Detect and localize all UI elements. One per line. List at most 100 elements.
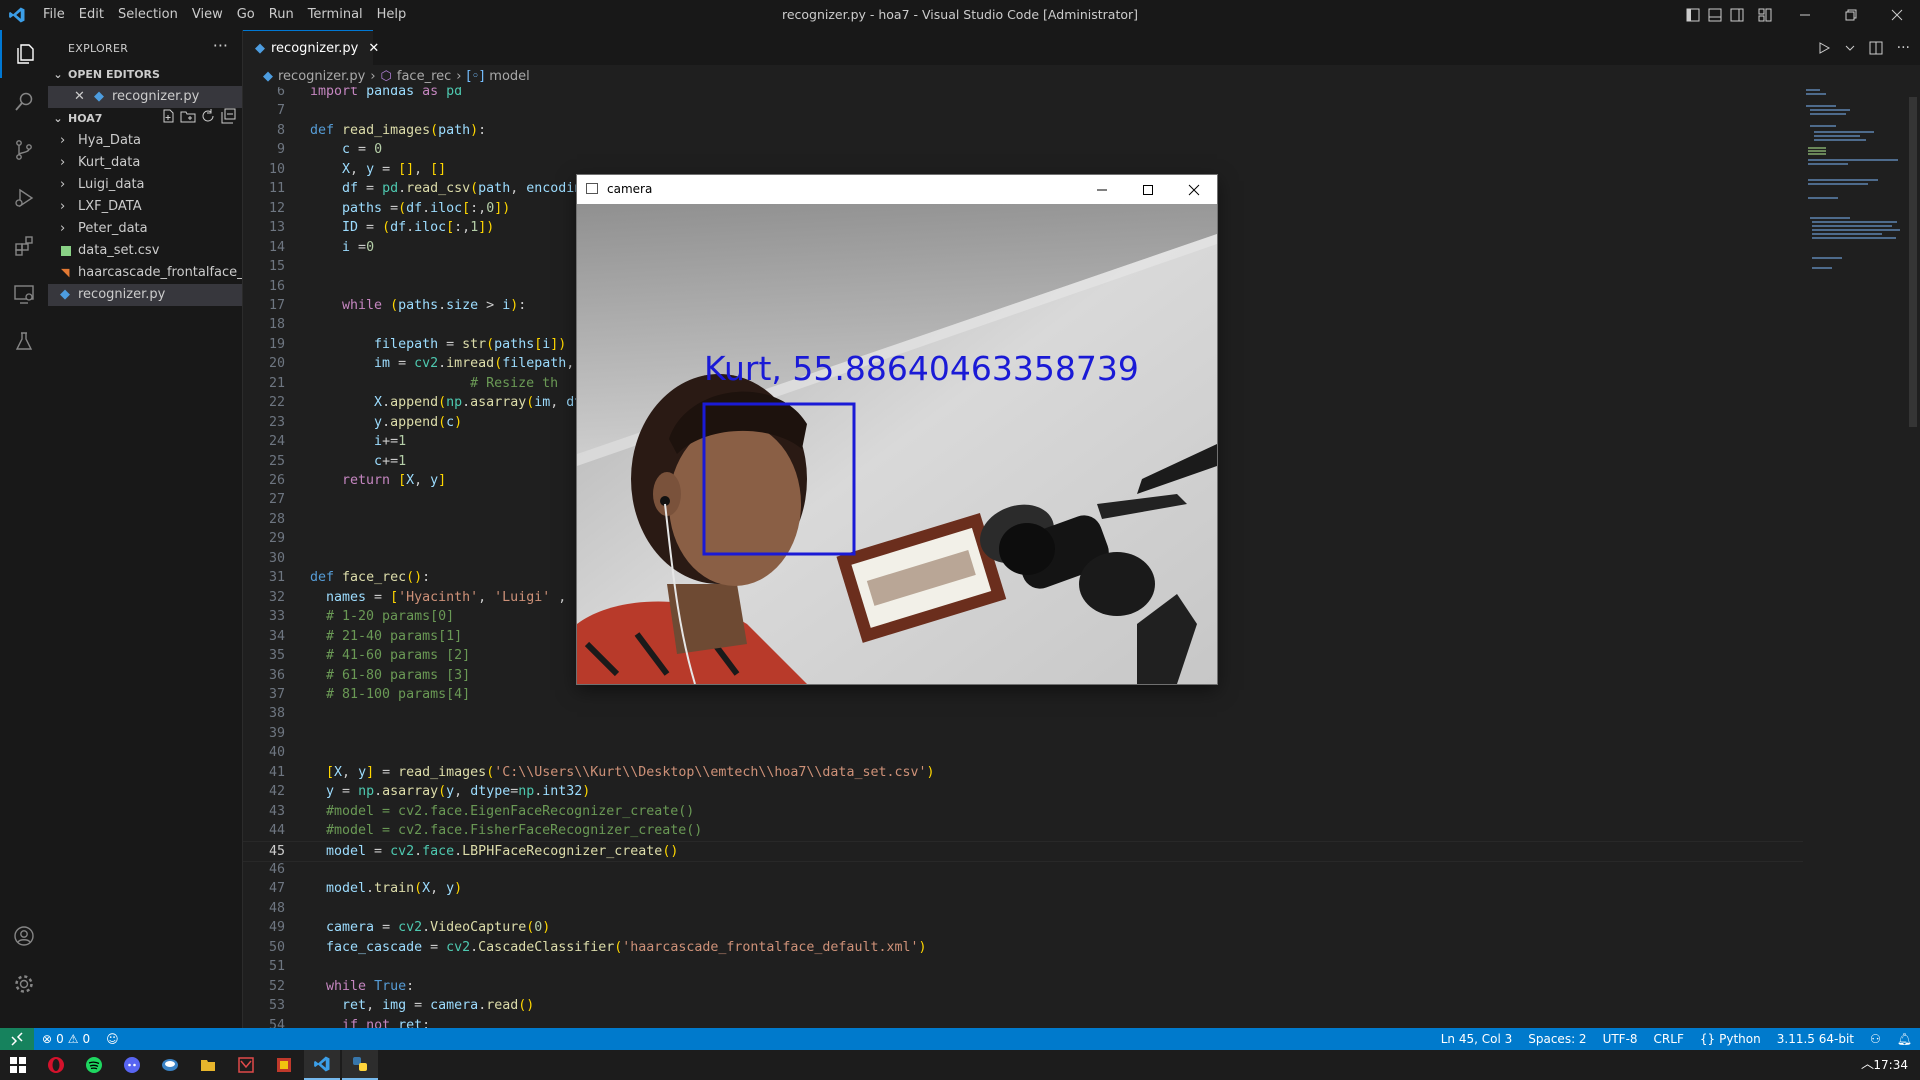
code-line[interactable]: 54 if not ret: <box>243 1016 1803 1028</box>
toggle-primary-sidebar-icon[interactable] <box>1682 0 1704 30</box>
customize-layout-icon[interactable] <box>1748 0 1782 30</box>
folder-section-hoa7[interactable]: ⌄ HOA7 <box>48 108 242 130</box>
code-line[interactable]: 53 ret, img = camera.read() <box>243 996 1803 1015</box>
minimize-button[interactable] <box>1782 0 1828 30</box>
code-line[interactable]: 51 <box>243 957 1803 976</box>
discord-icon[interactable] <box>114 1050 150 1080</box>
close-window-button[interactable] <box>1874 0 1920 30</box>
code-line[interactable]: 42 y = np.asarray(y, dtype=np.int32) <box>243 782 1803 801</box>
remote-indicator-icon[interactable] <box>0 1028 34 1050</box>
code-line[interactable]: 40 <box>243 743 1803 762</box>
tab-recognizer-py[interactable]: ◆ recognizer.py ✕ <box>243 30 379 66</box>
close-tab-icon[interactable]: ✕ <box>368 41 379 56</box>
code-line[interactable]: 44 #model = cv2.face.FisherFaceRecognize… <box>243 821 1803 840</box>
open-editor-item[interactable]: ✕ ◆ recognizer.py <box>48 86 242 108</box>
more-actions-icon[interactable]: ··· <box>1897 40 1910 56</box>
camera-minimize-button[interactable] <box>1079 175 1125 204</box>
code-line[interactable]: 8 def read_images(path): <box>243 121 1803 140</box>
menu-edit[interactable]: Edit <box>72 0 111 30</box>
close-editor-icon[interactable]: ✕ <box>74 86 85 108</box>
manage-gear-icon[interactable] <box>0 960 48 1008</box>
code-line[interactable]: 43 #model = cv2.face.EigenFaceRecognizer… <box>243 802 1803 821</box>
chevron-down-icon[interactable] <box>1845 41 1855 55</box>
archive-app-icon[interactable] <box>266 1050 302 1080</box>
cursor-position[interactable]: Ln 45, Col 3 <box>1433 1028 1521 1050</box>
explorer-more-actions-icon[interactable]: ··· <box>213 36 228 55</box>
scrollbar-thumb[interactable] <box>1909 97 1917 427</box>
taskbar-clock[interactable]: 17:34 <box>1873 1050 1908 1080</box>
vscode-taskbar-icon[interactable] <box>304 1050 340 1080</box>
code-line[interactable]: 48 <box>243 899 1803 918</box>
new-folder-icon[interactable] <box>180 108 196 124</box>
open-editors-section[interactable]: ⌄ OPEN EDITORS <box>48 64 242 86</box>
extensions-icon[interactable] <box>0 222 48 270</box>
code-line[interactable]: 47 model.train(X, y) <box>243 879 1803 898</box>
code-line[interactable]: 6 import pandas as pd <box>243 87 1803 101</box>
windows-start-icon[interactable] <box>0 1050 36 1080</box>
menu-run[interactable]: Run <box>262 0 301 30</box>
code-line[interactable]: 7 <box>243 101 1803 120</box>
code-line[interactable]: 38 <box>243 704 1803 723</box>
tree-folder-peter-data[interactable]: › Peter_data <box>48 218 242 240</box>
code-line[interactable]: 45 model = cv2.face.LBPHFaceRecognizer_c… <box>243 840 1803 862</box>
code-line[interactable]: 49 camera = cv2.VideoCapture(0) <box>243 918 1803 937</box>
tree-folder-lxf-data[interactable]: › LXF_DATA <box>48 196 242 218</box>
broadcast-icon[interactable]: ⚇ <box>1862 1028 1889 1050</box>
explorer-icon[interactable] <box>0 30 50 78</box>
language-mode[interactable]: {} Python <box>1692 1028 1769 1050</box>
tree-folder-luigi-data[interactable]: › Luigi_data <box>48 174 242 196</box>
restore-button[interactable] <box>1828 0 1874 30</box>
camera-maximize-button[interactable] <box>1125 175 1171 204</box>
run-file-icon[interactable] <box>1817 41 1831 55</box>
toggle-secondary-sidebar-icon[interactable] <box>1726 0 1748 30</box>
breadcrumb-variable[interactable]: model <box>489 69 529 84</box>
tree-folder-kurt-data[interactable]: › Kurt_data <box>48 152 242 174</box>
spotify-icon[interactable] <box>76 1050 112 1080</box>
end-of-line[interactable]: CRLF <box>1646 1028 1692 1050</box>
menu-go[interactable]: Go <box>230 0 262 30</box>
tree-folder-hya-data[interactable]: › Hya_Data <box>48 130 242 152</box>
notifications-bell-icon[interactable]: 🔔︎ <box>1889 1028 1920 1050</box>
source-control-icon[interactable] <box>0 126 48 174</box>
code-line[interactable]: 9 c = 0 <box>243 140 1803 159</box>
camera-close-button[interactable] <box>1171 175 1217 204</box>
python-interpreter[interactable]: 3.11.5 64-bit <box>1769 1028 1862 1050</box>
testing-icon[interactable] <box>0 318 48 366</box>
refresh-icon[interactable] <box>200 108 216 124</box>
folder-app-icon[interactable] <box>190 1050 226 1080</box>
minimap[interactable] <box>1804 87 1904 347</box>
menu-view[interactable]: View <box>185 0 230 30</box>
encoding[interactable]: UTF-8 <box>1595 1028 1646 1050</box>
code-line[interactable]: 52 while True: <box>243 977 1803 996</box>
tree-file-data-set-csv[interactable]: data_set.csv <box>48 240 242 262</box>
camera-title-bar[interactable]: camera <box>577 175 1217 204</box>
problems-indicator[interactable]: ⊗ 0 ⚠ 0 <box>34 1028 98 1050</box>
feedback-icon[interactable]: ☺ <box>98 1028 127 1050</box>
collapse-all-icon[interactable] <box>220 108 236 124</box>
code-line[interactable]: 46 <box>243 860 1803 879</box>
tree-file-haarcascade[interactable]: ◥ haarcascade_frontalface_d... <box>48 262 242 284</box>
toggle-panel-icon[interactable] <box>1704 0 1726 30</box>
run-debug-icon[interactable] <box>0 174 48 222</box>
menu-terminal[interactable]: Terminal <box>301 0 370 30</box>
accounts-icon[interactable] <box>0 912 48 960</box>
vertical-scrollbar[interactable] <box>1906 87 1920 1028</box>
python-taskbar-icon[interactable] <box>342 1050 378 1080</box>
code-line[interactable]: 39 <box>243 724 1803 743</box>
snipping-tool-icon[interactable] <box>228 1050 264 1080</box>
new-file-icon[interactable] <box>160 108 176 124</box>
tree-file-recognizer-py[interactable]: ◆ recognizer.py <box>48 284 242 306</box>
camera-window[interactable]: camera Kurt, 55.88640463358739 <box>577 175 1217 684</box>
opera-browser-icon[interactable] <box>38 1050 74 1080</box>
breadcrumb-file[interactable]: recognizer.py <box>278 69 365 84</box>
menu-help[interactable]: Help <box>370 0 414 30</box>
search-icon[interactable] <box>0 78 48 126</box>
menu-file[interactable]: File <box>36 0 72 30</box>
chat-app-icon[interactable] <box>152 1050 188 1080</box>
menu-selection[interactable]: Selection <box>111 0 185 30</box>
code-line[interactable]: 37 # 81-100 params[4] <box>243 685 1803 704</box>
indentation[interactable]: Spaces: 2 <box>1520 1028 1594 1050</box>
code-line[interactable]: 41 [X, y] = read_images('C:\\Users\\Kurt… <box>243 763 1803 782</box>
remote-explorer-icon[interactable] <box>0 270 48 318</box>
show-hidden-icons-chevron-up-icon[interactable]: ︿ <box>1861 1050 1874 1080</box>
